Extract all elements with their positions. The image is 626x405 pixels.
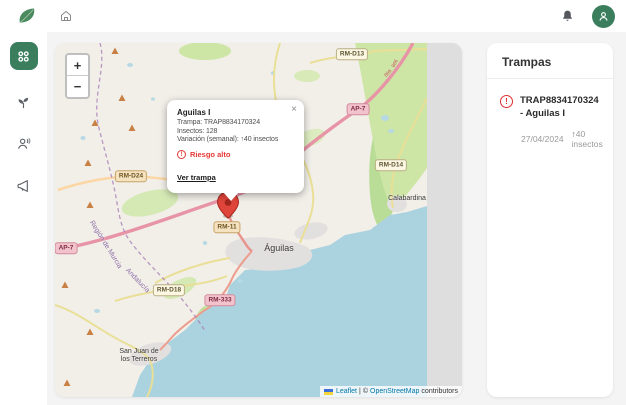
app-logo-leaf-icon <box>16 5 38 27</box>
user-avatar[interactable] <box>592 5 615 28</box>
popup-close-icon[interactable]: × <box>291 104 297 115</box>
trap-item-title: TRAP8834170324 - Aguilas I <box>520 95 600 121</box>
map-tiles <box>55 43 462 397</box>
trap-list-item[interactable]: ! TRAP8834170324 - Aguilas I 27/04/2024 … <box>487 79 613 166</box>
trap-variation-unit: insectos <box>572 139 603 149</box>
trap-variation-value: 40 <box>576 129 585 139</box>
osm-link[interactable]: OpenStreetMap <box>370 388 419 395</box>
sidebar-item-announcements[interactable] <box>14 176 34 196</box>
sidebar-item-dashboard[interactable] <box>10 42 38 70</box>
popup-insects-line: Insectos: 128 <box>177 128 294 135</box>
zoom-in-button[interactable]: + <box>67 55 88 76</box>
dashboard-grid-icon <box>16 49 31 64</box>
sidebar-item-plants[interactable] <box>14 92 34 112</box>
person-signal-icon <box>16 136 32 152</box>
map-zoom-control: + − <box>65 53 90 99</box>
topbar <box>0 0 626 32</box>
trap-item-variation: ↑40 insectos <box>572 129 603 150</box>
map-popup: × Aguilas I Trampa: TRAP8834170324 Insec… <box>167 100 304 193</box>
popup-variation-line: Variación (semanal): ↑40 insectos <box>177 136 294 143</box>
attribution-contributors: contributors <box>421 388 458 395</box>
notifications-bell-icon[interactable] <box>561 9 574 23</box>
sidebar-item-pests[interactable] <box>14 134 34 154</box>
sidebar <box>0 32 47 405</box>
traps-panel-title: Trampas <box>487 43 613 79</box>
ver-trampa-link[interactable]: Ver trampa <box>177 173 216 182</box>
popup-title: Aguilas I <box>177 108 294 117</box>
traps-panel: Trampas ! TRAP8834170324 - Aguilas I 27/… <box>487 43 613 397</box>
popup-risk-label: Riesgo alto <box>190 150 230 159</box>
risk-alert-icon: ! <box>177 150 186 159</box>
map-attribution: Leaflet | © OpenStreetMap contributors <box>320 386 462 397</box>
attribution-copyright: © <box>363 388 368 395</box>
megaphone-icon <box>16 178 32 194</box>
map-container[interactable]: RM-D13AP-7RM-D14RM-D24RM-11AP-7RM-D18RM-… <box>55 43 462 397</box>
trap-alert-icon: ! <box>500 95 513 108</box>
popup-risk-row: ! Riesgo alto <box>177 150 294 159</box>
zoom-out-button[interactable]: − <box>67 76 88 97</box>
home-icon[interactable] <box>60 10 72 22</box>
ukraine-flag-icon <box>324 389 333 395</box>
popup-trap-line: Trampa: TRAP8834170324 <box>177 119 294 126</box>
trap-item-date: 27/04/2024 <box>521 134 564 144</box>
plant-icon <box>16 95 31 110</box>
attribution-separator: | <box>359 388 361 395</box>
leaflet-link[interactable]: Leaflet <box>336 388 357 395</box>
